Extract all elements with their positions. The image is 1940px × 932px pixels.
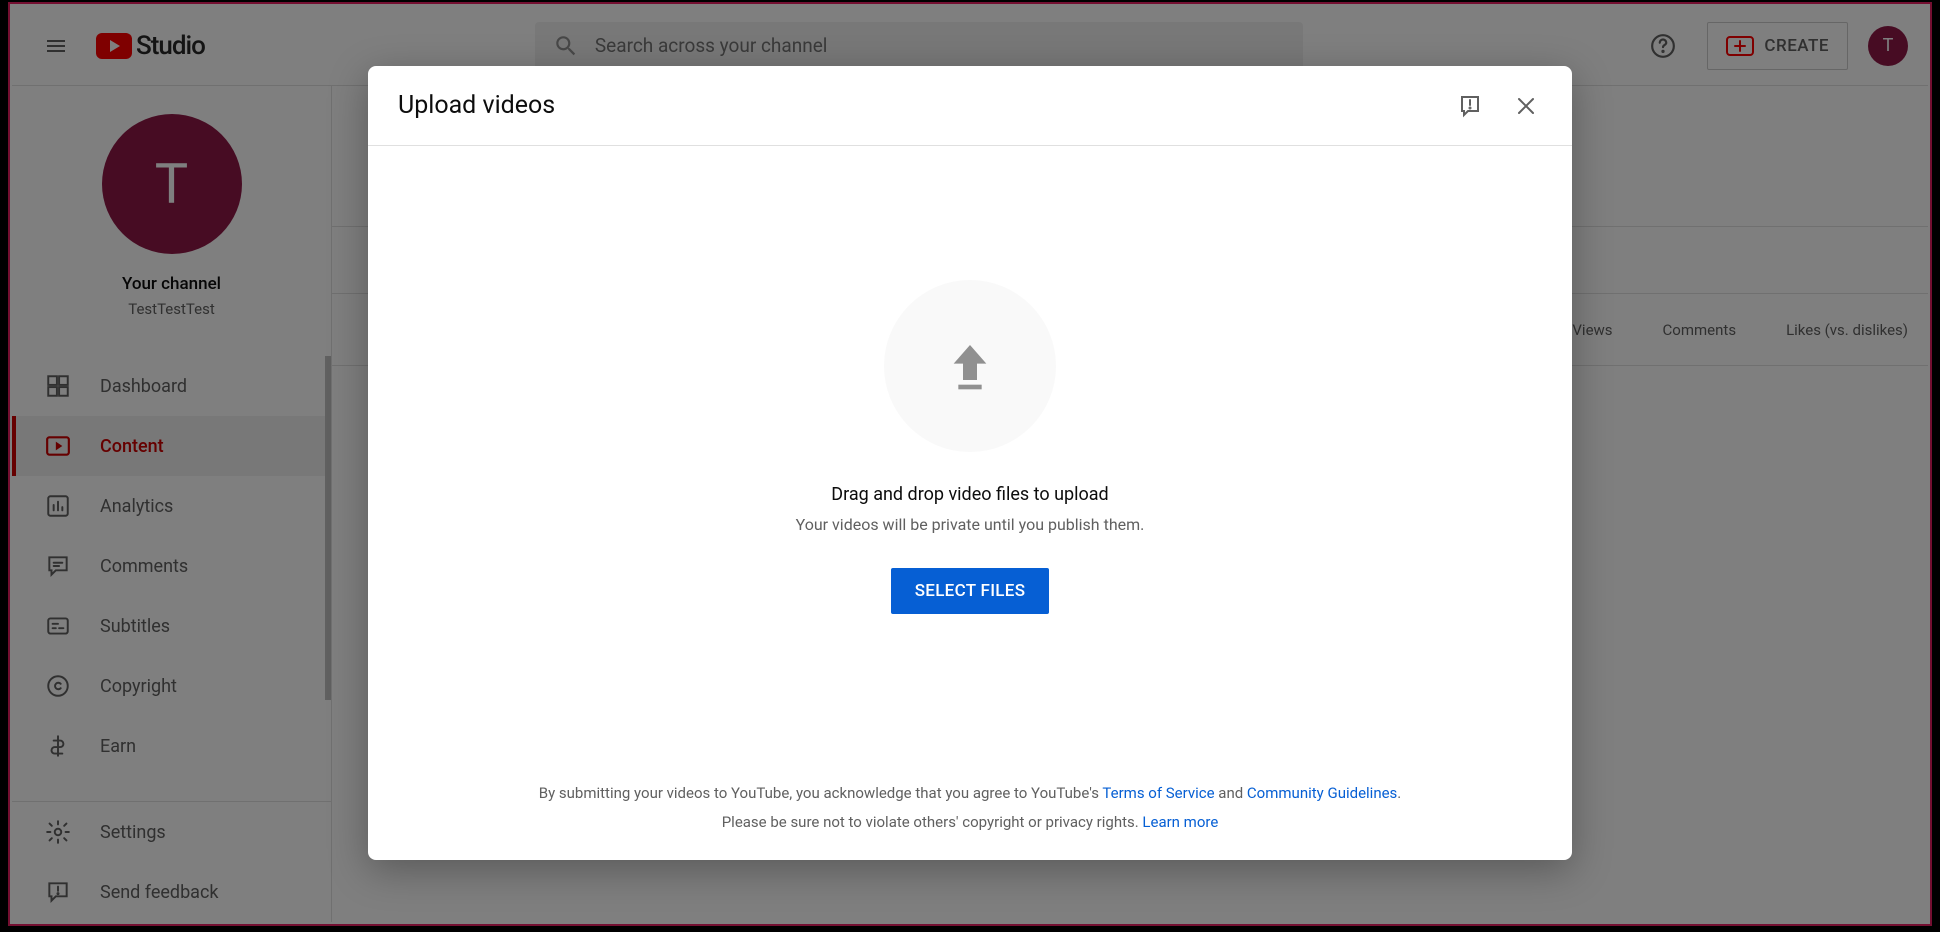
upload-dropzone[interactable] [884,280,1056,452]
modal-footer-text: By submitting your videos to YouTube, yo… [368,767,1572,860]
private-text: Your videos will be private until you pu… [796,515,1145,534]
feedback-icon[interactable] [1454,90,1486,122]
guidelines-link[interactable]: Community Guidelines [1247,784,1397,802]
learn-more-link[interactable]: Learn more [1142,813,1218,831]
select-files-button[interactable]: SELECT FILES [891,568,1050,614]
modal-overlay[interactable]: Upload videos Drag and drop video files … [0,0,1940,932]
tos-link[interactable]: Terms of Service [1102,784,1214,802]
drop-text: Drag and drop video files to upload [831,484,1108,505]
modal-title: Upload videos [398,91,555,120]
upload-modal: Upload videos Drag and drop video files … [368,66,1572,860]
close-icon[interactable] [1510,90,1542,122]
upload-arrow-icon [942,338,998,394]
